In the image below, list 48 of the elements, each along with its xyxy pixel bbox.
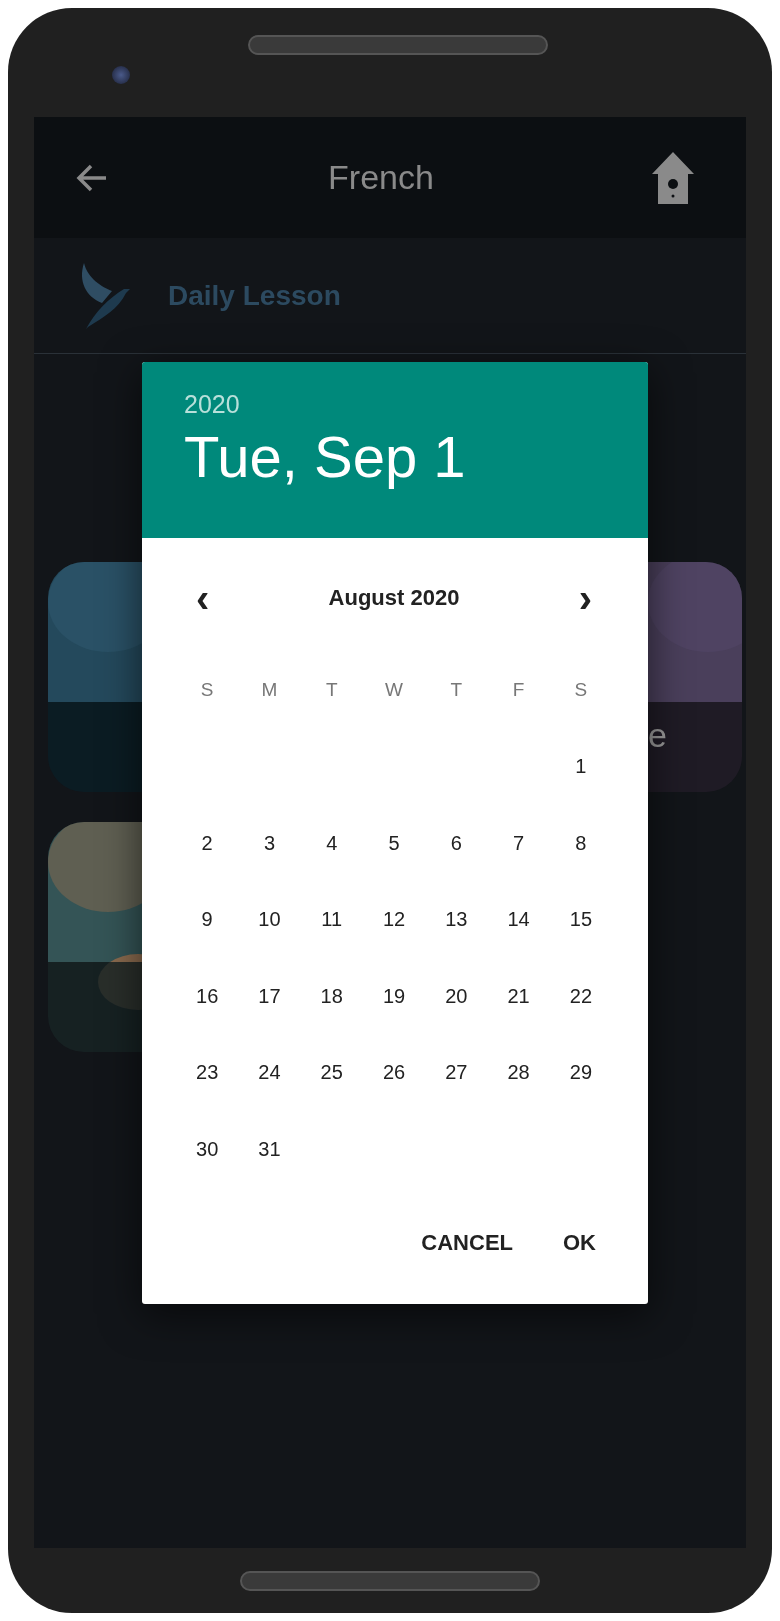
weekday-label: W (385, 679, 403, 702)
camera-lens (112, 66, 130, 84)
calendar-day[interactable]: 28 (507, 1061, 530, 1085)
calendar-day[interactable]: 11 (321, 908, 343, 932)
calendar-day[interactable]: 21 (507, 984, 530, 1008)
calendar-day[interactable]: 24 (258, 1061, 281, 1085)
previous-month-button[interactable]: ‹ (188, 578, 218, 618)
calendar-day[interactable]: 9 (201, 908, 213, 932)
calendar-day[interactable]: 4 (326, 831, 338, 855)
calendar-day[interactable]: 17 (258, 984, 281, 1008)
calendar-day[interactable]: 27 (445, 1061, 468, 1085)
calendar-day[interactable]: 19 (382, 984, 406, 1008)
calendar-day[interactable]: 22 (569, 984, 593, 1008)
calendar-day[interactable]: 13 (445, 908, 468, 932)
weekday-label: F (512, 679, 525, 702)
calendar-day[interactable]: 8 (575, 831, 587, 855)
selected-date: Tue, Sep 1 (184, 423, 467, 490)
month-label: August 2020 (328, 585, 460, 611)
weekday-label: S (200, 679, 214, 702)
calendar-day[interactable]: 6 (450, 831, 462, 855)
calendar-day[interactable]: 30 (196, 1137, 219, 1161)
calendar-day[interactable]: 12 (382, 908, 406, 932)
weekday-label: M (261, 679, 278, 702)
weekday-label: S (574, 679, 588, 702)
calendar-day[interactable]: 20 (445, 984, 468, 1008)
calendar-day[interactable]: 14 (507, 908, 530, 932)
dialog-button[interactable]: OK (549, 1217, 610, 1268)
card-title: e (648, 716, 667, 755)
next-month-button[interactable]: › (570, 578, 600, 618)
lesson-label: Daily Lesson (168, 279, 341, 312)
calendar-day[interactable]: 15 (569, 908, 593, 932)
calendar-day[interactable]: 3 (263, 831, 275, 855)
screen-title: French (328, 158, 434, 197)
calendar-day[interactable]: 26 (382, 1061, 406, 1085)
calendar-day[interactable]: 10 (258, 908, 281, 932)
calendar-day[interactable]: 23 (196, 1061, 219, 1085)
calendar-day[interactable]: 18 (320, 984, 343, 1008)
calendar-day[interactable]: 2 (201, 831, 213, 855)
calendar-day[interactable]: 5 (388, 831, 400, 855)
calendar-day[interactable]: 29 (569, 1061, 593, 1085)
calendar-day[interactable]: 1 (575, 755, 587, 779)
calendar-day[interactable]: 25 (320, 1061, 343, 1085)
dialog-button[interactable]: CANCEL (407, 1217, 527, 1268)
weekday-label: T (450, 679, 463, 702)
calendar-day[interactable]: 16 (196, 984, 219, 1008)
calendar-day[interactable]: 7 (513, 831, 525, 855)
calendar-day[interactable]: 31 (258, 1137, 281, 1161)
weekday-label: T (325, 679, 338, 702)
